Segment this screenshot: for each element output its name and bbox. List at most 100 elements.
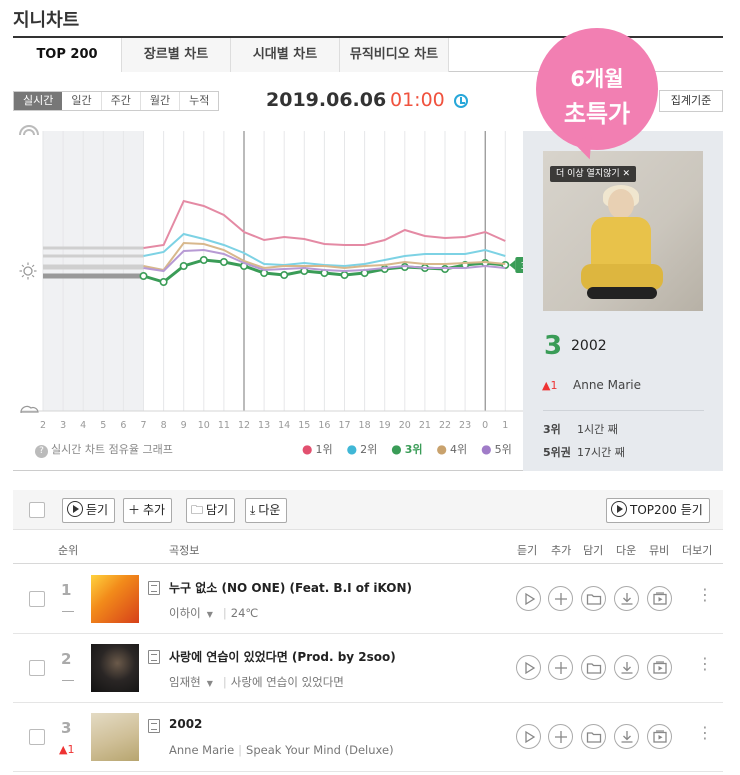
album-thumbnail[interactable] [91, 575, 139, 623]
artist-dropdown-icon[interactable]: ▼ [207, 610, 213, 619]
play-icon [525, 661, 536, 675]
lyrics-icon[interactable] [148, 719, 160, 733]
chart-time: 01:00 [390, 89, 445, 111]
add-button[interactable] [548, 724, 573, 749]
period-realtime[interactable]: 실시간 [14, 92, 63, 110]
song-checkbox[interactable] [29, 660, 45, 676]
x-tick-label: 22 [439, 420, 451, 431]
folder-icon [586, 594, 602, 605]
data-point [340, 271, 349, 280]
download-button[interactable] [614, 655, 639, 680]
listen-selected-button[interactable]: 듣기 [62, 498, 116, 523]
song-row[interactable]: 1 누구 없소 (NO ONE) (Feat. B.I of iKON) 이하이… [13, 565, 723, 634]
add-selected-button[interactable]: ＋ 추가 [123, 498, 173, 523]
song-artist[interactable]: 이하이 [169, 606, 201, 620]
folder-icon: 🗀 [191, 503, 204, 517]
save-button[interactable] [581, 724, 606, 749]
legend-rank1[interactable]: ● 1위 [302, 441, 333, 457]
save-selected-button[interactable]: 🗀 담기 [186, 498, 236, 523]
x-tick-label: 12 [238, 420, 250, 431]
top200-listen-button[interactable]: TOP200 듣기 [606, 498, 710, 523]
promo-badge[interactable]: 6개월 초특가 [536, 28, 658, 150]
criteria-button[interactable]: 집계기준 [659, 90, 723, 112]
sun-ray [21, 274, 25, 278]
x-tick-label: 4 [80, 420, 86, 431]
featured-song-panel: 더 이상 열지않기 ✕ 3 2002 ▲1 Anne Marie 3위 1시간 째… [523, 131, 723, 471]
save-button[interactable] [581, 655, 606, 680]
dismiss-badge[interactable]: 더 이상 열지않기 ✕ [550, 166, 637, 182]
tab-music-video-chart[interactable]: 뮤직비디오 차트 [340, 38, 449, 72]
song-artist[interactable]: Anne Marie [169, 743, 234, 757]
song-album[interactable]: 24℃ [231, 606, 259, 620]
artist-dropdown-icon[interactable]: ▼ [207, 679, 213, 688]
download-icon [621, 662, 633, 674]
download-icon [621, 593, 633, 605]
list-toolbar: 듣기 ＋ 추가 🗀 담기 ⤓ 다운 TOP200 듣기 [13, 490, 723, 530]
x-tick-label: 19 [379, 420, 391, 431]
question-icon: ? [35, 445, 48, 458]
download-button[interactable] [614, 586, 639, 611]
cloud-sun-icon [20, 405, 39, 414]
song-checkbox[interactable] [29, 729, 45, 745]
header-info: 곡정보 [169, 544, 200, 557]
lyrics-icon[interactable] [148, 650, 160, 664]
song-title[interactable]: 2002 [169, 717, 202, 731]
song-row[interactable]: 2 사랑에 연습이 있었다면 (Prod. by 2soo) 임재현 ▼ | 사랑에 … [13, 634, 723, 703]
play-button[interactable] [516, 586, 541, 611]
song-album[interactable]: 사랑에 연습이 있었다면 [231, 675, 344, 689]
play-icon [611, 501, 627, 517]
clock-icon[interactable] [454, 94, 468, 108]
chart-help[interactable]: ? 실시간 차트 점유율 그래프 [35, 441, 173, 458]
more-options-icon[interactable]: ⋮ [697, 725, 713, 741]
video-icon [653, 592, 667, 605]
legend-rank3[interactable]: ● 3위 [391, 441, 422, 457]
song-album[interactable]: Speak Your Mind (Deluxe) [246, 743, 394, 757]
featured-title[interactable]: 2002 [571, 338, 607, 354]
tab-era-chart[interactable]: 시대별 차트 [231, 38, 340, 72]
play-button[interactable] [516, 655, 541, 680]
song-title[interactable]: 사랑에 연습이 있었다면 (Prod. by 2soo) [169, 648, 396, 665]
tab-genre-chart[interactable]: 장르별 차트 [122, 38, 231, 72]
song-title[interactable]: 누구 없소 (NO ONE) (Feat. B.I of iKON) [169, 579, 412, 596]
header-save: 담기 [583, 544, 604, 557]
rank-unchanged-mark [62, 680, 74, 681]
lyrics-icon[interactable] [148, 581, 160, 595]
save-button[interactable] [581, 586, 606, 611]
legend-rank5[interactable]: ● 5위 [481, 441, 512, 457]
data-point [139, 272, 148, 281]
song-artist[interactable]: 임재현 [169, 675, 201, 689]
tab-top200[interactable]: TOP 200 [13, 38, 122, 72]
legend-rank2[interactable]: ● 2위 [347, 441, 378, 457]
x-tick-label: 17 [338, 420, 350, 431]
featured-artist[interactable]: Anne Marie [573, 378, 641, 392]
music-video-button[interactable] [647, 724, 672, 749]
add-button[interactable] [548, 586, 573, 611]
music-video-button[interactable] [647, 586, 672, 611]
song-checkbox[interactable] [29, 591, 45, 607]
period-daily[interactable]: 일간 [62, 92, 102, 110]
legend-rank4[interactable]: ● 4위 [436, 441, 467, 457]
add-button[interactable] [548, 655, 573, 680]
promo-line1: 6개월 [570, 67, 624, 91]
album-thumbnail[interactable] [91, 713, 139, 761]
data-point [280, 271, 289, 280]
music-video-button[interactable] [647, 655, 672, 680]
download-icon: ⤓ [250, 503, 256, 517]
play-button[interactable] [516, 724, 541, 749]
x-tick-label: 14 [278, 420, 290, 431]
period-weekly[interactable]: 주간 [102, 92, 141, 110]
data-point [199, 256, 208, 265]
select-all-checkbox[interactable] [29, 502, 45, 518]
download-selected-button[interactable]: ⤓ 다운 [245, 498, 288, 523]
more-options-icon[interactable]: ⋮ [697, 587, 713, 603]
song-row[interactable]: 3 ▲1 2002 Anne Marie | Speak Your Mind (De… [13, 703, 723, 772]
album-thumbnail[interactable] [91, 644, 139, 692]
period-cumulative[interactable]: 누적 [180, 92, 218, 110]
download-button[interactable] [614, 724, 639, 749]
x-tick-label: 23 [459, 420, 471, 431]
period-monthly[interactable]: 월간 [141, 92, 181, 110]
x-tick-label: 3 [60, 420, 66, 431]
featured-album-art[interactable]: 더 이상 열지않기 ✕ [543, 151, 703, 311]
featured-rank-change: ▲1 [542, 379, 558, 392]
more-options-icon[interactable]: ⋮ [697, 656, 713, 672]
